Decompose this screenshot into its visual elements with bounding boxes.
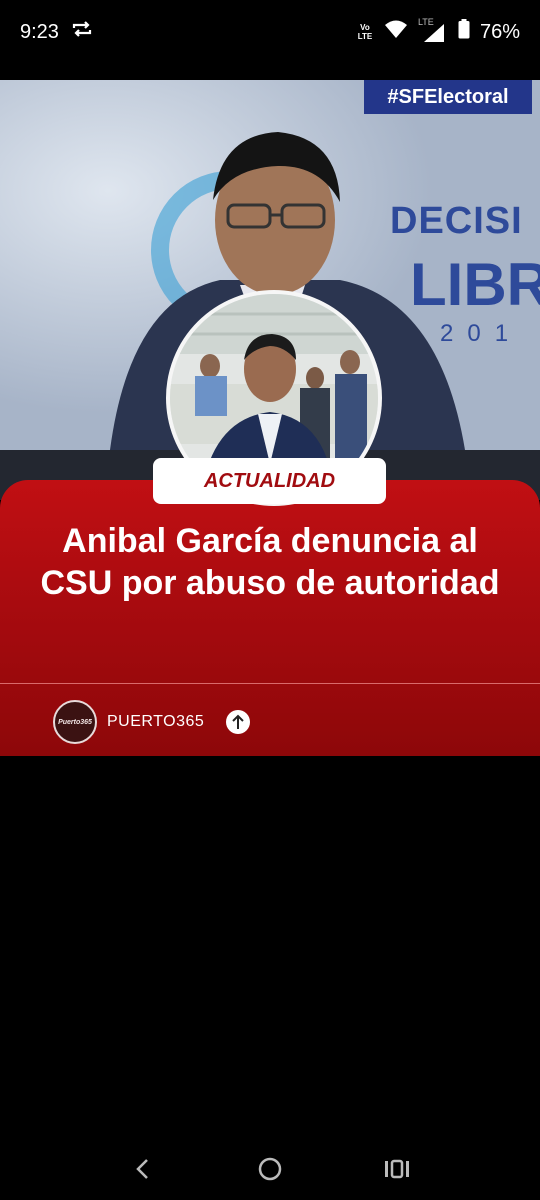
navigation-bar <box>0 1138 540 1200</box>
home-icon[interactable] <box>250 1149 290 1189</box>
author-avatar-text: Puerto365 <box>58 718 92 726</box>
volte-indicator: Vo LTE <box>357 23 373 41</box>
author-avatar[interactable]: Puerto365 <box>53 700 97 744</box>
battery-percent: 76% <box>479 20 520 43</box>
card-divider <box>0 683 540 684</box>
status-left: 9:23 <box>20 20 93 44</box>
recents-icon[interactable] <box>377 1149 417 1189</box>
back-icon[interactable] <box>123 1149 163 1189</box>
photo-backdrop-text: DECISI <box>390 200 523 242</box>
author-name[interactable]: PUERTO365 <box>107 713 204 731</box>
status-bar: 9:23 Vo LTE LTE 76% <box>0 0 540 64</box>
arrow-up-icon[interactable] <box>226 710 251 734</box>
news-post[interactable]: #SFElectoral DECISI LIBR 201 ACTUALIDAD … <box>0 80 540 756</box>
photo-backdrop-text-2: LIBR <box>410 251 540 318</box>
category-badge[interactable]: ACTUALIDAD <box>153 458 386 504</box>
repeat-icon <box>71 20 93 44</box>
signal-icon: LTE <box>418 17 448 43</box>
photo-backdrop-year: 201 <box>440 320 523 347</box>
status-time: 9:23 <box>20 20 59 43</box>
wifi-icon <box>384 19 408 45</box>
battery-icon <box>458 19 470 45</box>
author-row[interactable]: Puerto365 PUERTO365 <box>53 700 251 744</box>
post-headline[interactable]: Anibal García denuncia al CSU por abuso … <box>40 520 500 604</box>
photo-hashtag: #SFElectoral <box>364 80 532 114</box>
status-right: Vo LTE LTE 76% <box>356 17 520 45</box>
